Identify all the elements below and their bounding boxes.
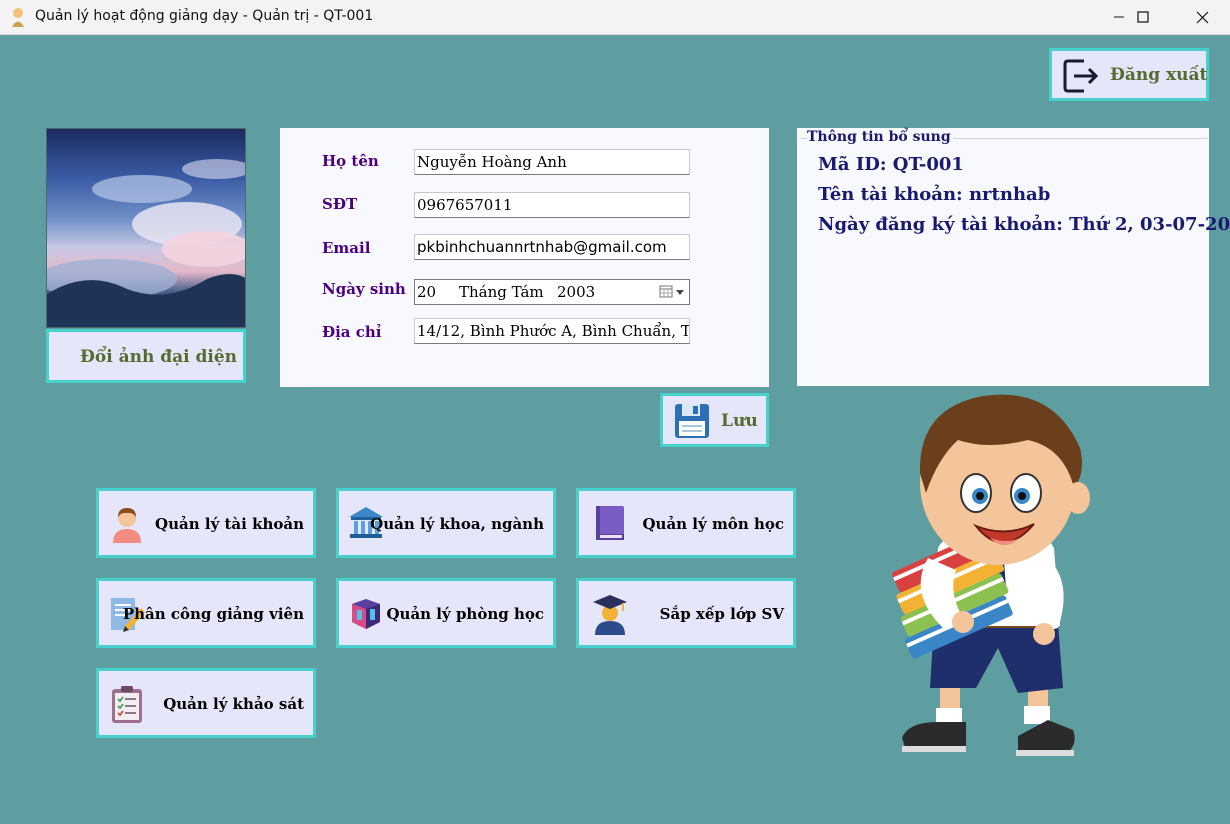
manage-surveys-button[interactable]: Quản lý khảo sát [96, 668, 316, 738]
name-label: Họ tên [322, 152, 379, 170]
window-title: Quản lý hoạt động giảng dạy - Quản trị -… [35, 8, 374, 24]
manage-rooms-label: Quản lý phòng học [386, 605, 544, 623]
maximize-icon [1137, 11, 1149, 23]
birthday-month: Tháng Tám [459, 283, 544, 301]
birthday-label: Ngày sinh [322, 280, 406, 298]
user-id-text: Mã ID: QT-001 [818, 154, 964, 175]
manage-rooms-button[interactable]: Quản lý phòng học [336, 578, 556, 648]
close-button[interactable] [1179, 0, 1225, 34]
address-field[interactable]: 14/12, Bình Phước A, Bình Chuẩn, Thuận A… [414, 318, 690, 344]
title-bar: Quản lý hoạt động giảng dạy - Quản trị -… [0, 0, 1230, 35]
save-button[interactable]: Lưu [660, 393, 769, 447]
manage-accounts-button[interactable]: Quản lý tài khoản [96, 488, 316, 558]
close-icon [1196, 11, 1208, 23]
teacher-app-icon [12, 8, 24, 27]
assign-lecturers-label: Phân công giảng viên [122, 605, 304, 623]
graduate-student-icon [593, 595, 627, 635]
avatar-image [46, 128, 246, 328]
phone-field[interactable]: 0967657011 [414, 192, 690, 218]
group-legend: Thông tin bổ sung [807, 129, 953, 145]
save-label: Lưu [721, 411, 758, 431]
manage-subjects-label: Quản lý môn học [642, 515, 784, 533]
book-icon [596, 506, 624, 540]
birthday-picker[interactable]: 20 Tháng Tám 2003 [414, 279, 690, 305]
logout-button[interactable]: Đăng xuất [1049, 48, 1209, 101]
birthday-year: 2003 [557, 283, 596, 301]
name-field[interactable]: Nguyễn Hoàng Anh [414, 149, 690, 175]
additional-info-group: Thông tin bổ sung Mã ID: QT-001 Tên tài … [797, 128, 1230, 386]
email-field[interactable]: pkbinhchuannrtnhab@gmail.com [414, 234, 690, 260]
sky-clouds-picture [47, 159, 245, 327]
phone-label: SĐT [322, 195, 358, 213]
manage-accounts-label: Quản lý tài khoản [155, 515, 304, 533]
user-icon [113, 508, 141, 543]
clipboard-checklist-icon [112, 686, 142, 723]
change-avatar-label: Đổi ảnh đại diện [80, 347, 238, 367]
manage-faculties-button[interactable]: Quản lý khoa, ngành [336, 488, 556, 558]
room-cube-icon [352, 599, 380, 629]
personal-info-panel: Họ tên Nguyễn Hoàng Anh SĐT 0967657011 E… [280, 128, 769, 387]
address-label: Địa chỉ [322, 323, 382, 341]
logout-icon [1063, 59, 1099, 93]
registered-date-text: Ngày đăng ký tài khoản: Thứ 2, 03-07-202… [818, 214, 1230, 235]
manage-faculties-label: Quản lý khoa, ngành [370, 515, 544, 533]
maximize-button[interactable] [1120, 0, 1166, 34]
calendar-dropdown-icon[interactable] [659, 285, 687, 299]
manage-subjects-button[interactable]: Quản lý môn học [576, 488, 796, 558]
floppy-disk-icon [675, 404, 709, 438]
cartoon-student-illustration [892, 394, 1090, 756]
logout-label: Đăng xuất [1110, 65, 1208, 85]
arrange-classes-button[interactable]: Sắp xếp lớp SV [576, 578, 796, 648]
change-avatar-button[interactable]: Đổi ảnh đại diện [46, 329, 246, 383]
username-text: Tên tài khoản: nrtnhab [818, 184, 1051, 205]
email-label: Email [322, 239, 371, 257]
birthday-day: 20 [417, 283, 437, 301]
arrange-classes-label: Sắp xếp lớp SV [659, 605, 784, 623]
manage-surveys-label: Quản lý khảo sát [163, 695, 304, 713]
assign-lecturers-button[interactable]: Phân công giảng viên [96, 578, 316, 648]
